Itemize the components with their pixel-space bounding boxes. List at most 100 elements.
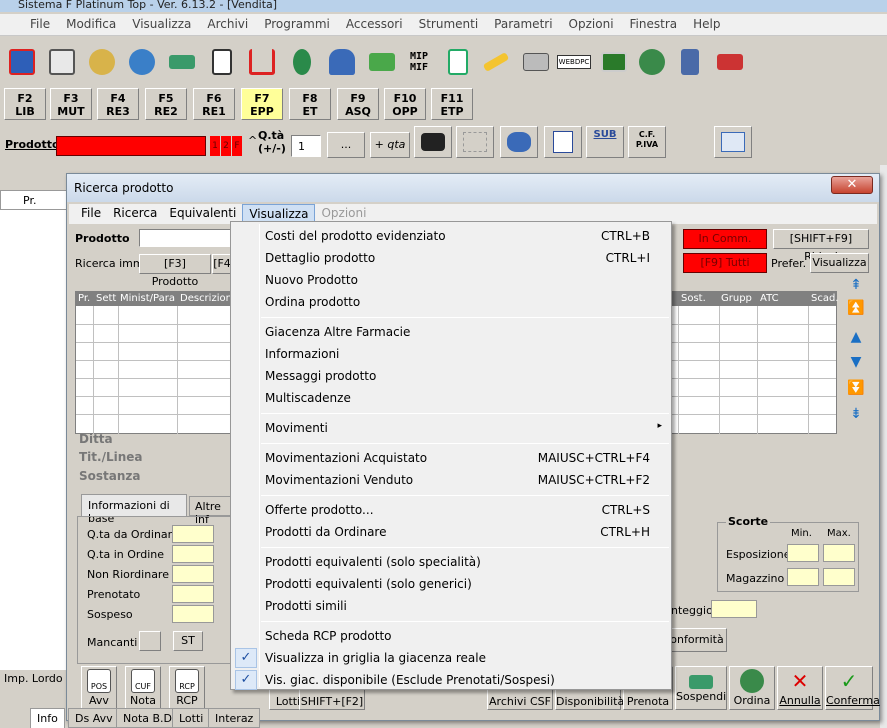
f8-et-button[interactable]: F8 ET — [289, 88, 331, 120]
tab-ds-avv[interactable]: Ds Avv — [68, 708, 120, 728]
sospeso-field[interactable] — [172, 605, 214, 623]
calendar-button[interactable] — [44, 43, 80, 81]
arrow-up-icon[interactable]: ▲ — [845, 329, 867, 347]
f4-button[interactable]: [F4 — [212, 254, 232, 274]
riduci-button[interactable]: [SHIFT+F9] Riduci — [773, 229, 869, 263]
menu-help[interactable]: Help — [685, 14, 728, 36]
ordina-button[interactable]: Ordina — [729, 666, 775, 710]
notes-button[interactable] — [204, 43, 240, 81]
mini-button-1[interactable]: 1 — [210, 136, 220, 156]
st-button[interactable]: ST — [173, 631, 203, 651]
non-riordinare-field[interactable] — [172, 565, 214, 583]
menu-finestra[interactable]: Finestra — [622, 14, 686, 36]
qty-input[interactable]: 1 — [291, 135, 321, 157]
window-button[interactable] — [714, 126, 752, 158]
menu-opzioni[interactable]: Opzioni — [561, 14, 622, 36]
dialog-menu-file[interactable]: File — [75, 204, 107, 224]
menu-item-ordina-prodotto[interactable]: Ordina prodotto — [232, 291, 670, 313]
f2-lib-button[interactable]: F2 LIB — [4, 88, 46, 120]
menu-accessori[interactable]: Accessori — [338, 14, 411, 36]
menu-item-scheda-rcp[interactable]: Scheda RCP prodotto — [232, 625, 670, 647]
menu-item-mov-venduto[interactable]: Movimentazioni Venduto MAIUSC+CTRL+F2 — [232, 469, 670, 491]
page-down-icon[interactable]: ⏬ — [845, 380, 867, 398]
magazzino-min-field[interactable] — [787, 568, 819, 586]
menu-item-prodotti-da-ordinare[interactable]: Prodotti da Ordinare CTRL+H — [232, 521, 670, 543]
f9-tutti-button[interactable]: [F9] Tutti — [683, 253, 767, 273]
menu-item-multiscadenze[interactable]: Multiscadenze — [232, 387, 670, 409]
f11-etp-button[interactable]: F11 ETP — [431, 88, 473, 120]
menu-item-movimenti[interactable]: Movimenti ▸ — [232, 417, 670, 439]
mancanti-button[interactable] — [139, 631, 161, 651]
menu-item-costi[interactable]: Costi del prodotto evidenziato CTRL+B — [232, 225, 670, 247]
dialog-prodotto-input[interactable] — [139, 229, 239, 247]
menu-item-informazioni[interactable]: Informazioni — [232, 343, 670, 365]
mini-button-2[interactable]: 2 — [221, 136, 231, 156]
transfer-button[interactable] — [500, 126, 538, 158]
prenotato-field[interactable] — [172, 585, 214, 603]
f4-re3-button[interactable]: F4 RE3 — [97, 88, 139, 120]
tab-interaz[interactable]: Interaz — [208, 708, 261, 728]
cf-piva-button[interactable]: C.F. P.IVA — [628, 126, 666, 158]
menu-modifica[interactable]: Modifica — [58, 14, 124, 36]
users-button[interactable] — [324, 43, 360, 81]
sub-button[interactable]: SUB — [586, 126, 624, 158]
tab-nota-bd[interactable]: Nota B.D — [116, 708, 180, 728]
magazzino-max-field[interactable] — [823, 568, 855, 586]
f7-epp-button[interactable]: F7 EPP — [241, 88, 283, 120]
edit-button[interactable] — [478, 43, 514, 81]
webdpc-button[interactable]: WEBDPC — [556, 43, 592, 81]
rcp-button[interactable]: RCP RCP — [169, 666, 205, 710]
f3-mut-button[interactable]: F3 MUT — [50, 88, 92, 120]
conformita-button[interactable]: onformità — [667, 628, 727, 652]
qta-da-ordinare-field[interactable] — [172, 525, 214, 543]
esposizione-min-field[interactable] — [787, 544, 819, 562]
image-doc-button[interactable] — [440, 43, 476, 81]
f10-opp-button[interactable]: F10 OPP — [384, 88, 426, 120]
card-button[interactable] — [712, 43, 748, 81]
product-input[interactable] — [56, 136, 206, 156]
f5-re2-button[interactable]: F5 RE2 — [145, 88, 187, 120]
menu-item-equiv-specialita[interactable]: Prodotti equivalenti (solo specialità) — [232, 551, 670, 573]
map-button[interactable] — [456, 126, 494, 158]
mini-button-f[interactable]: F — [232, 136, 242, 156]
menu-item-prodotti-simili[interactable]: Prodotti simili — [232, 595, 670, 617]
dialog-close-button[interactable]: ✕ — [831, 176, 873, 194]
plus-qty-button[interactable]: + qta — [370, 132, 410, 158]
menu-item-giacenza[interactable]: Giacenza Altre Farmacie — [232, 321, 670, 343]
f6-re1-button[interactable]: F6 RE1 — [193, 88, 235, 120]
punteggio-field[interactable] — [711, 600, 757, 618]
drawer-button[interactable] — [164, 43, 200, 81]
sospendi-button[interactable]: Sospendi — [675, 666, 727, 710]
menu-item-messaggi[interactable]: Messaggi prodotto — [232, 365, 670, 387]
qta-in-ordine-field[interactable] — [172, 545, 214, 563]
avv-button[interactable]: POS Avv — [81, 666, 117, 710]
mipmif-button[interactable]: MIP MIF — [402, 43, 436, 81]
menu-item-equiv-generici[interactable]: Prodotti equivalenti (solo generici) — [232, 573, 670, 595]
menu-programmi[interactable]: Programmi — [256, 14, 338, 36]
f3-prodotto-button[interactable]: [F3] Prodotto — [139, 254, 211, 288]
calculator-button[interactable] — [672, 43, 708, 81]
money-button[interactable] — [364, 43, 400, 81]
menu-item-giacenza-disponibile[interactable]: ✓ Vis. giac. disponibile (Esclude Prenota… — [232, 669, 670, 691]
globe-button[interactable] — [124, 43, 160, 81]
annulla-button[interactable]: ✕ Annulla — [777, 666, 823, 710]
menu-item-offerte[interactable]: Offerte prodotto... CTRL+S — [232, 499, 670, 521]
page-up-icon[interactable]: ⏫ — [845, 300, 867, 318]
menu-item-mov-acquistato[interactable]: Movimentazioni Acquistato MAIUSC+CTRL+F4 — [232, 447, 670, 469]
menu-archivi[interactable]: Archivi — [199, 14, 256, 36]
tab-lotti[interactable]: Lotti — [172, 708, 211, 728]
clock-button[interactable] — [634, 43, 670, 81]
in-comm-button[interactable]: In Comm. — [683, 229, 767, 249]
keys-button[interactable] — [84, 43, 120, 81]
scroll-top-icon[interactable]: ⇞ — [845, 277, 867, 295]
esposizione-max-field[interactable] — [823, 544, 855, 562]
menu-file[interactable]: File — [22, 14, 58, 36]
tab-informazioni-base[interactable]: Informazioni di base — [81, 494, 187, 525]
f9-asq-button[interactable]: F9 ASQ — [337, 88, 379, 120]
menu-visualizza[interactable]: Visualizza — [124, 14, 199, 36]
visualizza-button[interactable]: Visualizza — [810, 253, 869, 273]
terminal-button[interactable] — [596, 43, 632, 81]
binoculars-button[interactable] — [414, 126, 452, 158]
document-arrow-button[interactable] — [544, 126, 582, 158]
cart-button[interactable] — [244, 43, 280, 81]
